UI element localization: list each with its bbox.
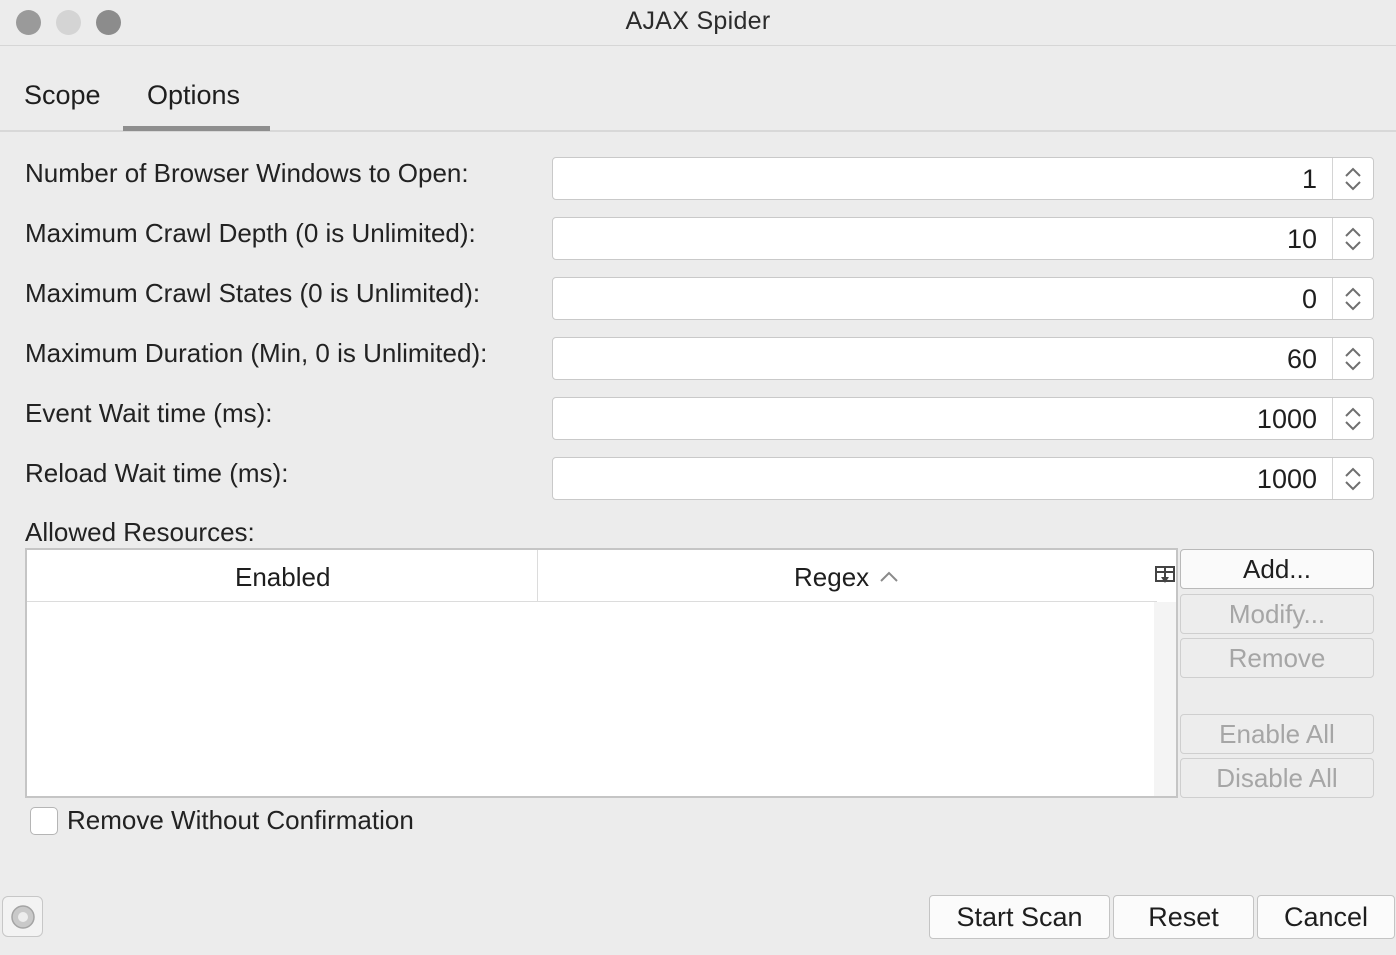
reload-wait-stepper[interactable] <box>1332 458 1373 499</box>
browser-windows-value[interactable]: 1 <box>1302 164 1317 195</box>
reload-wait-value[interactable]: 1000 <box>1257 464 1317 495</box>
event-wait-label: Event Wait time (ms): <box>25 398 273 428</box>
reload-wait-spinner[interactable]: 1000 <box>552 457 1374 500</box>
column-chooser-icon[interactable] <box>1155 564 1175 586</box>
table-vertical-scrollbar[interactable] <box>1154 602 1176 796</box>
duration-label: Maximum Duration (Min, 0 is Unlimited): <box>25 338 488 368</box>
remove-without-confirmation-checkbox[interactable] <box>30 807 58 835</box>
help-button[interactable] <box>2 896 43 937</box>
active-tab-indicator <box>123 126 270 131</box>
remove-without-confirmation-label[interactable]: Remove Without Confirmation <box>67 805 414 836</box>
enable-all-button[interactable]: Enable All <box>1180 714 1374 754</box>
crawl-states-stepper[interactable] <box>1332 278 1373 319</box>
ajax-spider-dialog: AJAX Spider Scope Options Number of Brow… <box>0 0 1396 955</box>
column-divider[interactable] <box>537 550 538 602</box>
browser-windows-stepper[interactable] <box>1332 158 1373 199</box>
disable-all-button[interactable]: Disable All <box>1180 758 1374 798</box>
start-scan-button[interactable]: Start Scan <box>929 895 1110 939</box>
allowed-resources-label: Allowed Resources: <box>25 517 255 547</box>
up-down-arrows-icon <box>1345 227 1361 251</box>
crawl-depth-stepper[interactable] <box>1332 218 1373 259</box>
event-wait-stepper[interactable] <box>1332 398 1373 439</box>
event-wait-spinner[interactable]: 1000 <box>552 397 1374 440</box>
duration-stepper[interactable] <box>1332 338 1373 379</box>
crawl-states-spinner[interactable]: 0 <box>552 277 1374 320</box>
browser-windows-spinner[interactable]: 1 <box>552 157 1374 200</box>
column-header-enabled[interactable]: Enabled <box>235 562 330 593</box>
help-icon <box>11 905 35 929</box>
up-down-arrows-icon <box>1345 347 1361 371</box>
browser-windows-label: Number of Browser Windows to Open: <box>25 158 469 188</box>
crawl-depth-label: Maximum Crawl Depth (0 is Unlimited): <box>25 218 476 248</box>
tab-bar: Scope Options <box>0 46 1396 132</box>
add-button[interactable]: Add... <box>1180 549 1374 589</box>
duration-spinner[interactable]: 60 <box>552 337 1374 380</box>
crawl-states-value[interactable]: 0 <box>1302 284 1317 315</box>
reload-wait-label: Reload Wait time (ms): <box>25 458 289 488</box>
up-down-arrows-icon <box>1345 287 1361 311</box>
reset-button[interactable]: Reset <box>1113 895 1254 939</box>
event-wait-value[interactable]: 1000 <box>1257 404 1317 435</box>
up-down-arrows-icon <box>1345 467 1361 491</box>
crawl-depth-value[interactable]: 10 <box>1287 224 1317 255</box>
modify-button[interactable]: Modify... <box>1180 594 1374 634</box>
up-down-arrows-icon <box>1345 407 1361 431</box>
duration-value[interactable]: 60 <box>1287 344 1317 375</box>
crawl-depth-spinner[interactable]: 10 <box>552 217 1374 260</box>
remove-button[interactable]: Remove <box>1180 638 1374 678</box>
window-title: AJAX Spider <box>625 7 771 35</box>
up-down-arrows-icon <box>1345 167 1361 191</box>
table-header: Enabled Regex <box>27 550 1157 602</box>
allowed-resources-table[interactable]: Enabled Regex <box>25 548 1178 798</box>
title-bar: AJAX Spider <box>0 0 1396 46</box>
tab-scope[interactable]: Scope <box>24 80 101 111</box>
tab-options[interactable]: Options <box>147 80 240 111</box>
cancel-button[interactable]: Cancel <box>1257 895 1395 939</box>
sort-ascending-icon <box>880 571 898 582</box>
crawl-states-label: Maximum Crawl States (0 is Unlimited): <box>25 278 481 308</box>
column-header-regex[interactable]: Regex <box>794 562 869 593</box>
